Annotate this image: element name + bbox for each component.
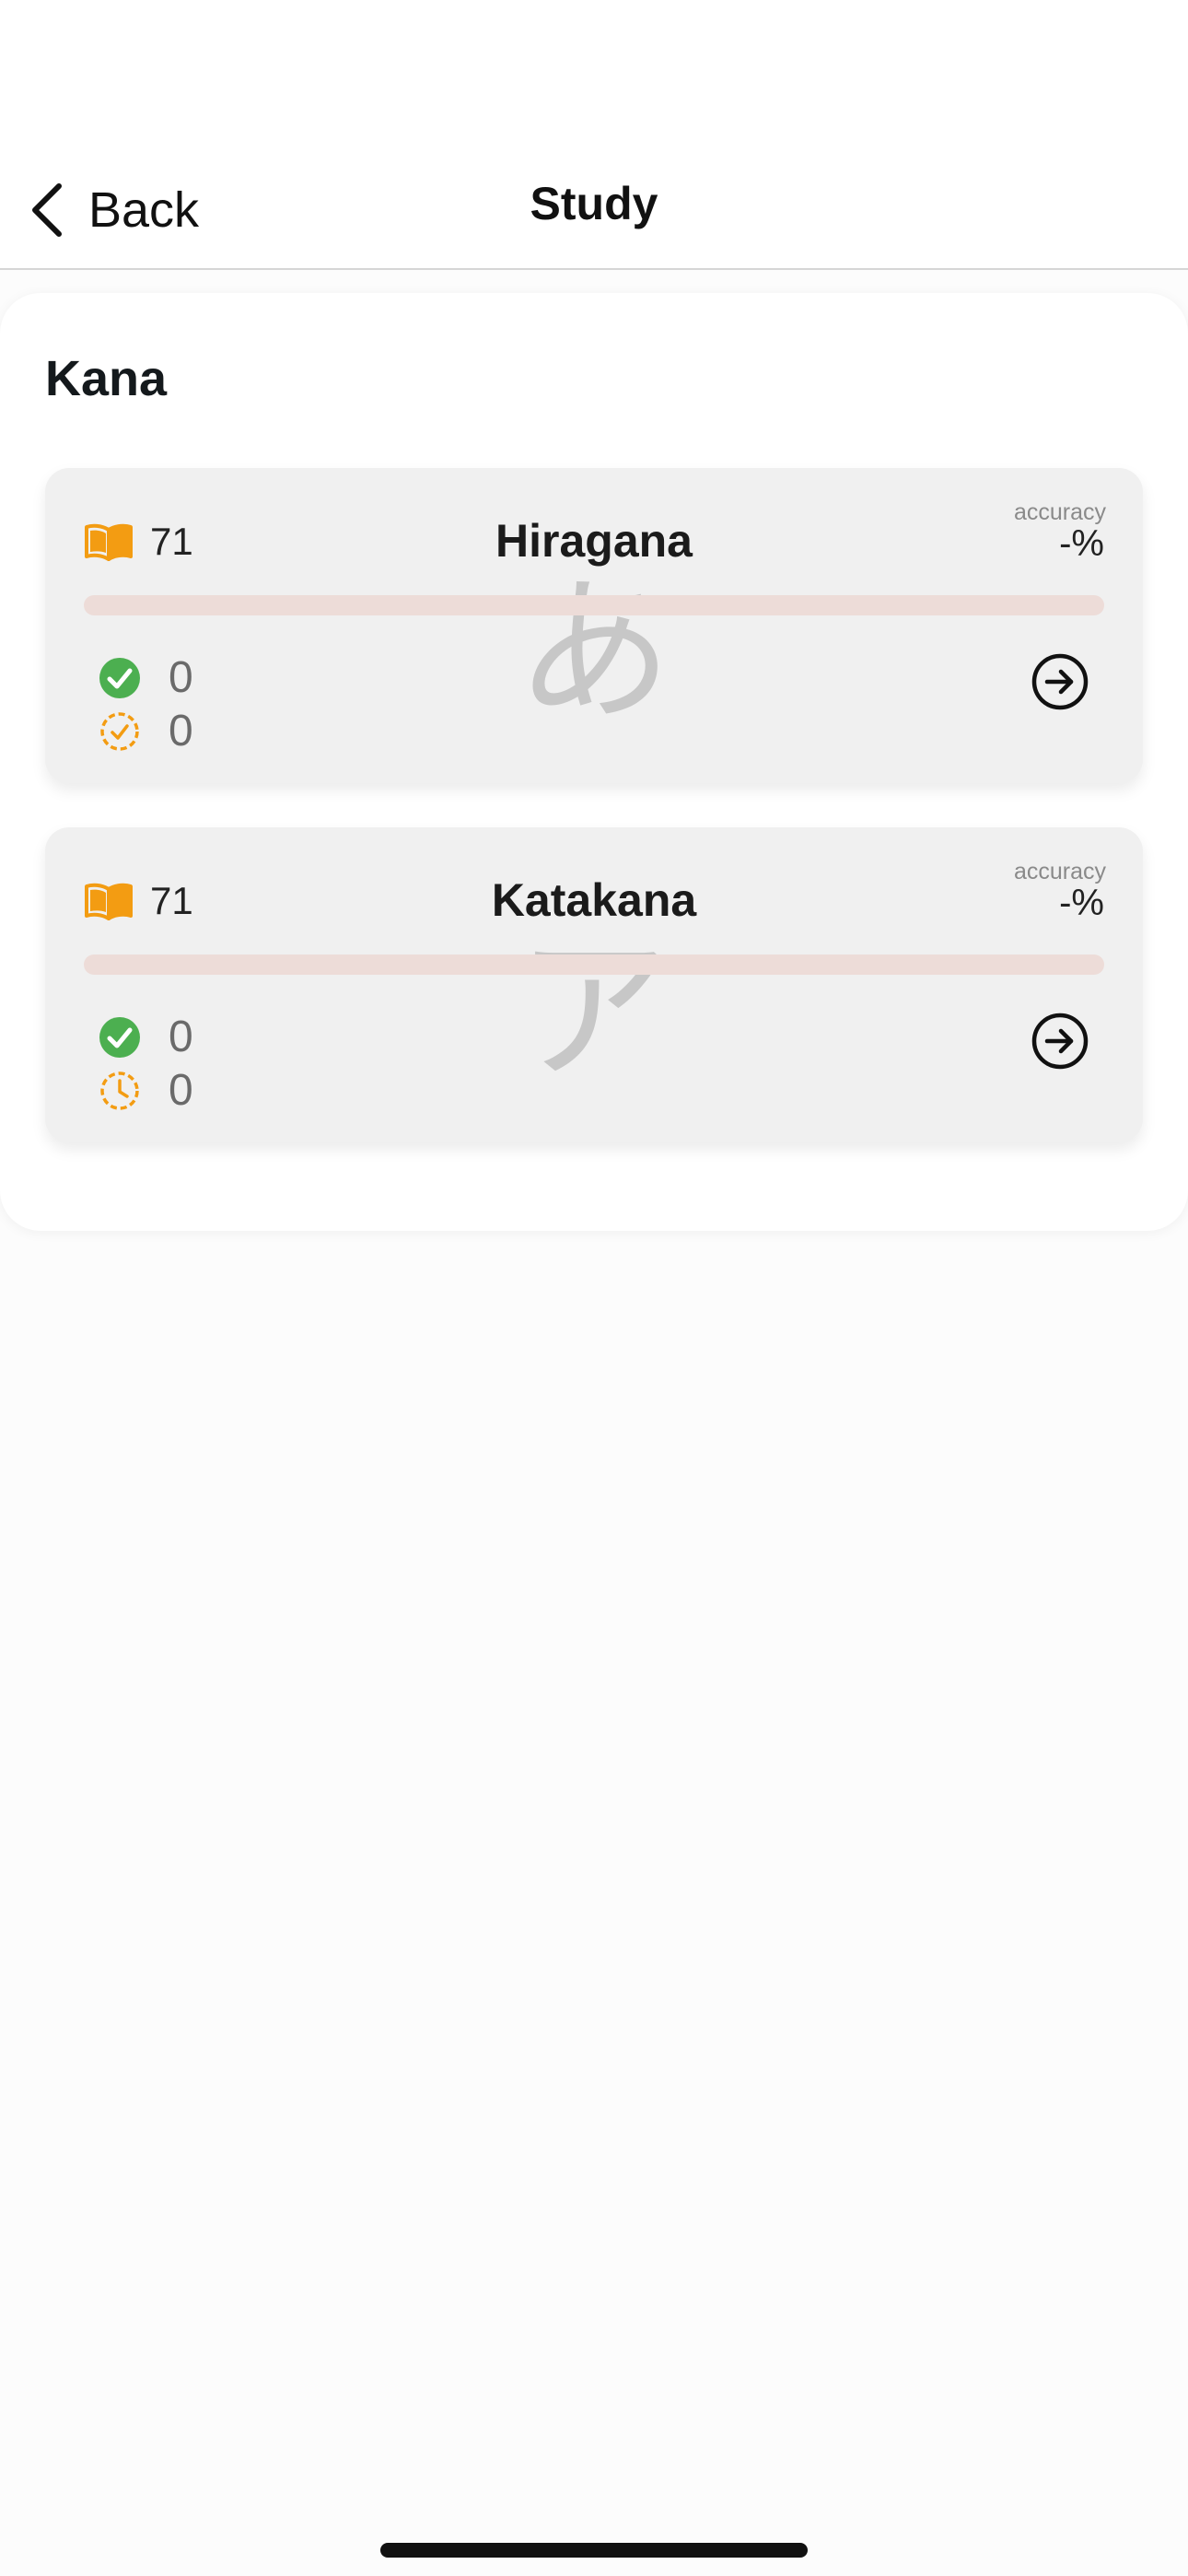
progress-bar <box>84 595 1104 615</box>
learned-stat: 0 <box>99 1012 193 1062</box>
review-count: 0 <box>169 1066 193 1115</box>
accuracy-label: accuracy <box>1013 859 1106 884</box>
hiragana-card[interactable]: あ 71 Hiragana accuracy -% 0 0 <box>45 468 1143 783</box>
arrow-right-circle-icon[interactable] <box>1031 1012 1089 1071</box>
kana-section: Kana あ 71 Hiragana accuracy -% 0 0 ア 71 … <box>0 293 1188 1231</box>
progress-bar <box>84 954 1104 975</box>
section-title: Kana <box>45 351 168 406</box>
card-title: Hiragana <box>495 515 693 567</box>
dashed-clock-icon <box>100 1071 139 1110</box>
accuracy-value: -% <box>1059 523 1104 564</box>
dashed-check-circle-icon <box>100 711 139 751</box>
learned-stat: 0 <box>99 652 193 703</box>
review-stat: 0 <box>99 706 193 756</box>
review-count: 0 <box>169 707 193 755</box>
check-circle-icon <box>99 657 140 698</box>
navigation-bar: Back Study <box>0 0 1188 270</box>
katakana-card[interactable]: ア 71 Katakana accuracy -% 0 0 <box>45 827 1143 1142</box>
accuracy-value: -% <box>1059 883 1104 923</box>
accuracy-label: accuracy <box>1013 499 1106 525</box>
home-indicator[interactable] <box>380 2543 808 2558</box>
page-title: Study <box>530 178 658 229</box>
check-circle-icon <box>99 1016 140 1058</box>
learned-count: 0 <box>169 1013 193 1061</box>
arrow-right-circle-icon[interactable] <box>1031 652 1089 711</box>
review-stat: 0 <box>99 1065 193 1116</box>
card-title: Katakana <box>491 874 697 926</box>
learned-count: 0 <box>169 653 193 702</box>
